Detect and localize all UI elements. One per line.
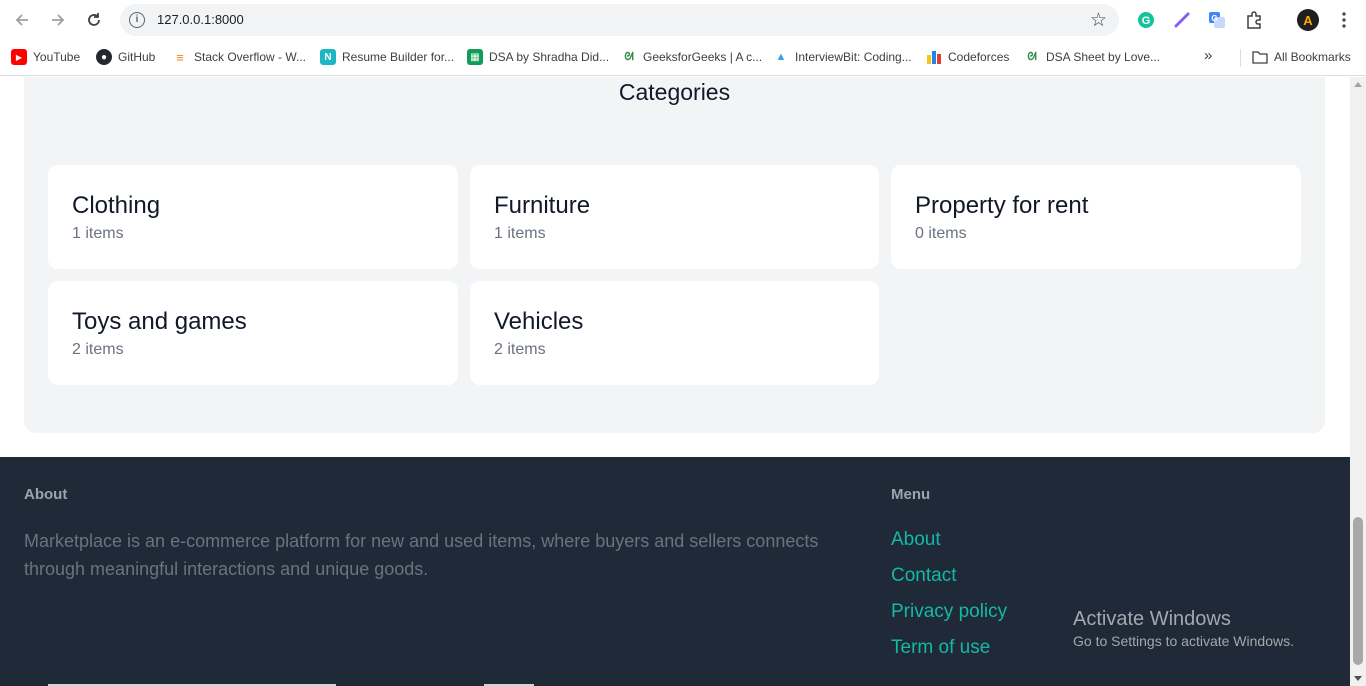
stackoverflow-icon: ≡ — [176, 49, 184, 65]
site-info-icon[interactable]: i — [129, 12, 145, 28]
bookmark-youtube[interactable]: ▶ YouTube — [11, 49, 80, 65]
scroll-down-arrow-icon[interactable] — [1354, 676, 1362, 681]
footer-about-heading: About — [24, 486, 68, 503]
scroll-up-arrow-icon[interactable] — [1354, 82, 1362, 87]
category-card-toys-and-games[interactable]: Toys and games 2 items — [48, 281, 458, 385]
footer-link-about[interactable]: About — [891, 529, 941, 551]
grammarly-icon[interactable]: G — [1136, 10, 1156, 30]
categories-section: Categories Clothing 1 items Furniture 1 … — [24, 77, 1325, 433]
more-bookmarks-chevron-icon[interactable]: » — [1204, 47, 1212, 64]
bookmark-geeksforgeeks[interactable]: ᘛ GeeksforGeeks | A c... — [621, 49, 762, 65]
bookmarks-bar: ▶ YouTube ● GitHub ≡ Stack Overflow - W.… — [0, 40, 1366, 76]
activate-windows-watermark: Activate Windows Go to Settings to activ… — [1073, 608, 1294, 649]
watermark-line2: Go to Settings to activate Windows. — [1073, 633, 1294, 649]
address-bar[interactable]: i 127.0.0.1:8000 ☆ — [120, 4, 1119, 36]
url-text[interactable]: 127.0.0.1:8000 — [157, 12, 244, 27]
interviewbit-icon: ▲ — [775, 51, 787, 63]
menu-kebab-icon[interactable] — [1334, 10, 1354, 30]
watermark-line1: Activate Windows — [1073, 608, 1231, 630]
geeksforgeeks-icon: ᘛ — [624, 50, 634, 63]
category-name: Property for rent — [915, 192, 1089, 219]
page-scrollbar[interactable] — [1350, 77, 1366, 686]
category-count: 2 items — [494, 341, 546, 358]
page-viewport: Categories Clothing 1 items Furniture 1 … — [0, 77, 1350, 686]
back-icon[interactable] — [10, 8, 34, 32]
footer-menu-heading: Menu — [891, 486, 931, 503]
translate-icon[interactable]: G — [1207, 10, 1227, 30]
category-name: Vehicles — [494, 308, 584, 335]
category-count: 0 items — [915, 225, 967, 242]
category-card-furniture[interactable]: Furniture 1 items — [470, 165, 879, 269]
bookmark-dsa-shradha[interactable]: ▦ DSA by Shradha Did... — [467, 49, 609, 65]
category-card-vehicles[interactable]: Vehicles 2 items — [470, 281, 879, 385]
pen-extension-icon[interactable] — [1172, 10, 1192, 30]
bookmark-resume-builder[interactable]: N Resume Builder for... — [320, 49, 454, 65]
category-count: 1 items — [494, 225, 546, 242]
bookmark-interviewbit[interactable]: ▲ InterviewBit: Coding... — [773, 49, 912, 65]
bookmark-codeforces[interactable]: Codeforces — [926, 49, 1009, 65]
bookmark-dsa-sheet-love[interactable]: ᘛ DSA Sheet by Love... — [1024, 49, 1160, 65]
category-name: Clothing — [72, 192, 161, 219]
svg-text:G: G — [1142, 15, 1151, 27]
category-count: 2 items — [72, 341, 124, 358]
categories-title: Categories — [618, 79, 731, 105]
sheets-icon: ▦ — [467, 49, 483, 65]
category-name: Toys and games — [72, 308, 247, 335]
forward-icon[interactable] — [46, 8, 70, 32]
browser-toolbar: i 127.0.0.1:8000 ☆ G G A — [0, 0, 1366, 40]
bookmark-stackoverflow[interactable]: ≡ Stack Overflow - W... — [172, 49, 306, 65]
category-card-clothing[interactable]: Clothing 1 items — [48, 165, 458, 269]
category-name: Furniture — [494, 192, 591, 219]
svg-text:G: G — [1211, 14, 1217, 23]
github-icon: ● — [96, 49, 112, 65]
all-bookmarks-button[interactable]: All Bookmarks — [1252, 49, 1351, 65]
reload-icon[interactable] — [82, 8, 106, 32]
bookmarks-divider — [1240, 49, 1241, 67]
bookmark-github[interactable]: ● GitHub — [96, 49, 155, 65]
bookmark-star-icon[interactable]: ☆ — [1090, 9, 1107, 32]
extensions-puzzle-icon[interactable] — [1244, 10, 1264, 30]
profile-avatar[interactable]: A — [1297, 9, 1319, 31]
youtube-icon: ▶ — [11, 49, 27, 65]
footer-link-term-of-use[interactable]: Term of use — [891, 637, 990, 659]
folder-icon — [1252, 49, 1268, 65]
category-count: 1 items — [72, 225, 124, 242]
site-footer: About Marketplace is an e-commerce platf… — [0, 457, 1350, 686]
geeksforgeeks-icon: ᘛ — [1027, 50, 1037, 63]
category-card-property-for-rent[interactable]: Property for rent 0 items — [891, 165, 1301, 269]
resume-builder-icon: N — [320, 49, 336, 65]
footer-link-privacy-policy[interactable]: Privacy policy — [891, 601, 1007, 623]
codeforces-icon — [926, 49, 942, 65]
footer-link-contact[interactable]: Contact — [891, 565, 956, 587]
scrollbar-thumb[interactable] — [1353, 517, 1363, 665]
footer-about-text: Marketplace is an e-commerce platform fo… — [24, 531, 819, 579]
